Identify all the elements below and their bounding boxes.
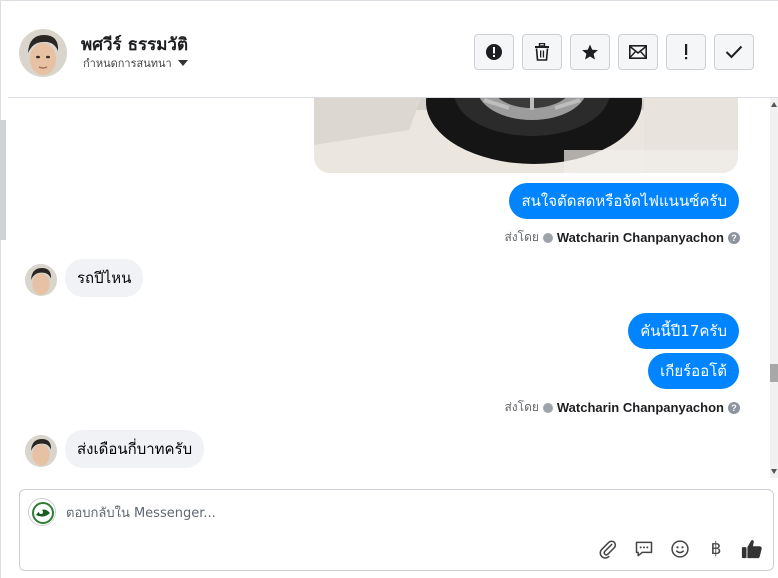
car-photo-attachment[interactable]: [314, 98, 738, 173]
caret-down-icon: [177, 60, 188, 66]
trash-icon: [535, 43, 549, 61]
page-logo-avatar: [28, 498, 56, 526]
saved-reply-button[interactable]: [633, 538, 655, 560]
scrollbar-thumb[interactable]: [770, 364, 778, 382]
outgoing-message[interactable]: สนใจตัดสดหรือจัดไฟแนนซ์ครับ: [509, 183, 739, 219]
thread-scrollbar[interactable]: [770, 98, 778, 478]
sender-name[interactable]: Watcharin Chanpanyachon: [557, 230, 724, 245]
conversation-header: พศวีร์ ธรรมวัติ กำหนดการสนทนา: [8, 8, 778, 98]
thumbs-up-icon: [741, 540, 762, 559]
baht-icon: ฿: [710, 539, 722, 559]
sent-by-label: ส่งโดย Watcharin Chanpanyachon ?: [504, 228, 740, 247]
exclamation-icon: [685, 44, 688, 60]
emoji-button[interactable]: [669, 538, 691, 560]
emoji-icon: [671, 540, 689, 558]
composer-tools: ฿: [597, 538, 763, 560]
sender-name[interactable]: Watcharin Chanpanyachon: [557, 400, 724, 415]
exclamation-circle-icon: [486, 44, 502, 60]
contact-avatar-small[interactable]: [25, 264, 57, 296]
message-thread[interactable]: สนใจตัดสดหรือจัดไฟแนนซ์ครับ ส่งโดย Watch…: [8, 98, 770, 480]
mark-done-button[interactable]: [714, 34, 754, 70]
sent-by-label: ส่งโดย Watcharin Chanpanyachon ?: [504, 398, 740, 417]
page-badge-icon: [542, 232, 553, 243]
scroll-up-arrow-icon[interactable]: [771, 102, 777, 107]
saved-reply-icon: [635, 541, 653, 557]
star-icon: [582, 44, 598, 60]
mark-unread-button[interactable]: [618, 34, 658, 70]
help-icon[interactable]: ?: [728, 401, 740, 414]
reply-input[interactable]: [66, 502, 666, 524]
like-button[interactable]: [741, 538, 763, 560]
star-button[interactable]: [570, 34, 610, 70]
follow-up-button[interactable]: [666, 34, 706, 70]
incoming-message[interactable]: รถปีไหน: [65, 259, 144, 297]
sent-by-prefix: ส่งโดย: [504, 400, 539, 414]
checkmark-icon: [725, 45, 743, 59]
reply-composer: ฿: [19, 489, 774, 571]
paperclip-icon: [599, 540, 617, 559]
conversation-toolbar: [474, 34, 754, 70]
sent-by-prefix: ส่งโดย: [504, 230, 539, 244]
contact-avatar-small[interactable]: [25, 435, 57, 467]
left-scrollbar[interactable]: [0, 120, 6, 240]
outgoing-message[interactable]: เกียร์ออโต้: [648, 353, 739, 389]
conversation-settings-dropdown[interactable]: กำหนดการสนทนา: [83, 54, 188, 72]
contact-avatar[interactable]: [19, 29, 67, 77]
page-badge-icon: [542, 402, 553, 413]
report-spam-button[interactable]: [474, 34, 514, 70]
conversation-settings-label: กำหนดการสนทนา: [83, 57, 172, 70]
envelope-icon: [629, 45, 647, 59]
outgoing-message[interactable]: คันนี้ปี17ครับ: [628, 313, 739, 349]
incoming-message[interactable]: ส่งเดือนกี่บาทครับ: [65, 430, 205, 468]
delete-button[interactable]: [522, 34, 562, 70]
scroll-down-arrow-icon[interactable]: [771, 469, 777, 474]
attach-button[interactable]: [597, 538, 619, 560]
payment-button[interactable]: ฿: [705, 538, 727, 560]
help-icon[interactable]: ?: [728, 231, 740, 244]
